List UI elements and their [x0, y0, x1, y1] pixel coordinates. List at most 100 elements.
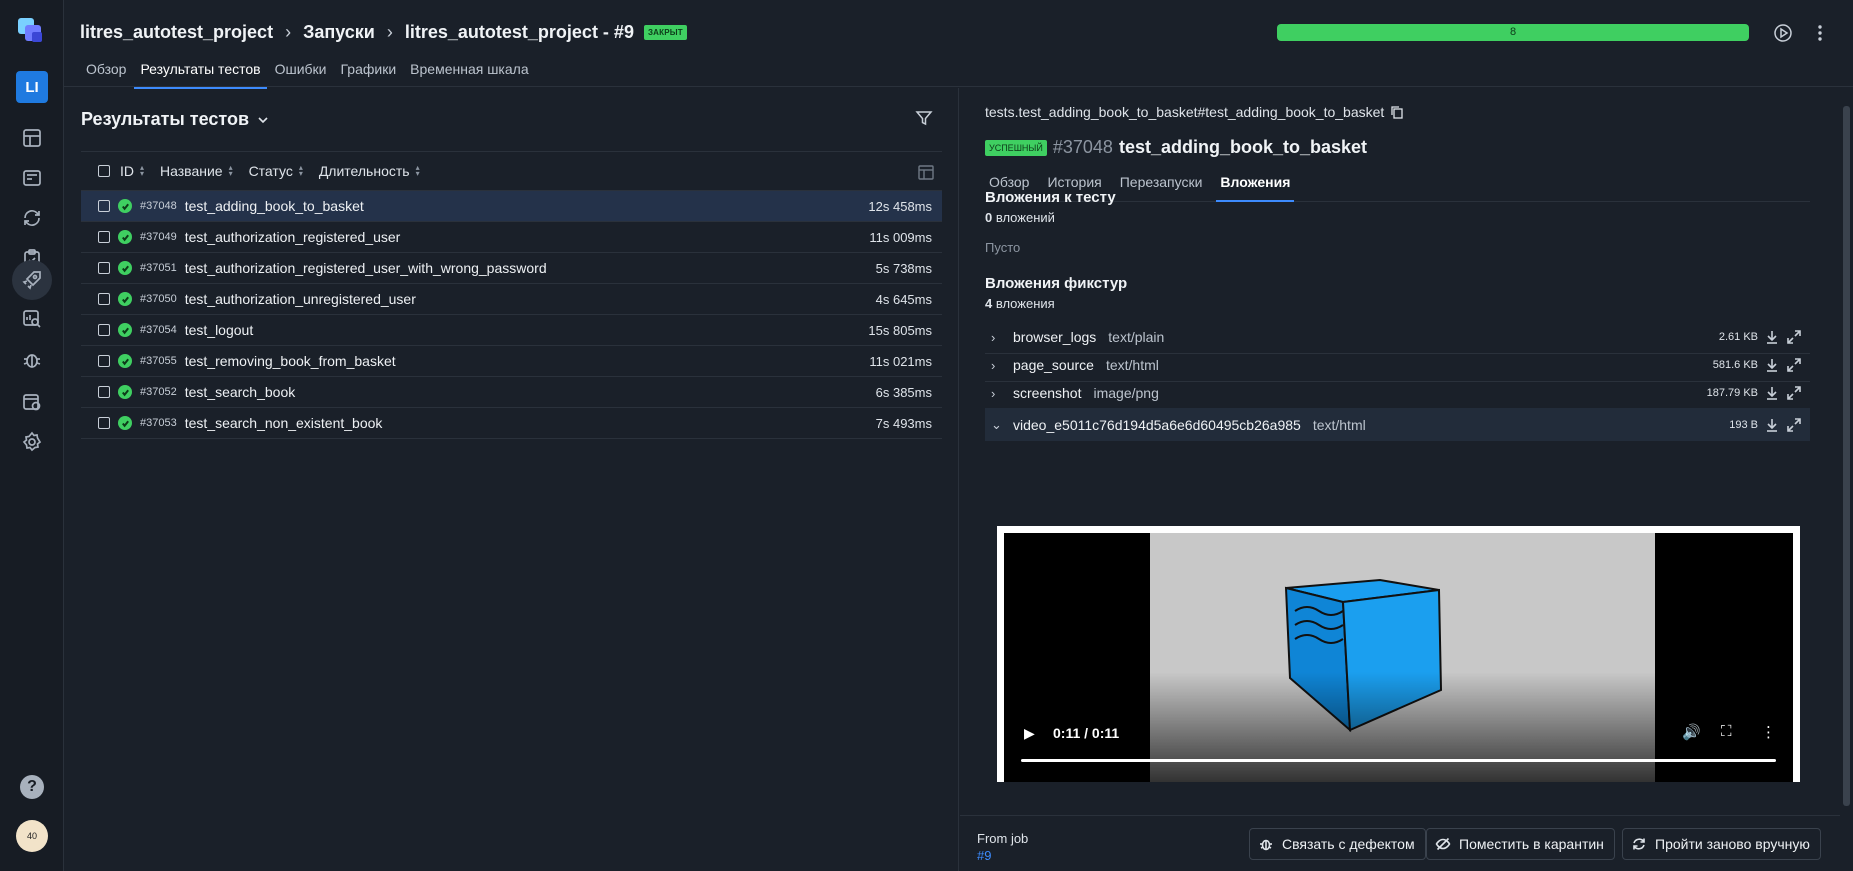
table-row[interactable]: #37055 test_removing_book_from_basket 11…	[81, 346, 942, 377]
tab-errors[interactable]: Ошибки	[269, 58, 333, 89]
row-checkbox[interactable]	[98, 293, 110, 305]
row-checkbox[interactable]	[98, 200, 110, 212]
job-link[interactable]: #9	[977, 847, 1028, 864]
help-icon[interactable]: ?	[20, 775, 44, 799]
results-title[interactable]: Результаты тестов	[81, 109, 269, 130]
row-duration: 11s 021ms	[869, 353, 932, 369]
table-row[interactable]: #37054 test_logout 15s 805ms	[81, 315, 942, 346]
row-checkbox[interactable]	[98, 417, 110, 429]
row-checkbox[interactable]	[98, 386, 110, 398]
play-icon[interactable]: ▶	[1024, 725, 1035, 742]
tab-charts[interactable]: Графики	[335, 58, 403, 89]
tab-timeline[interactable]: Временная шкала	[404, 58, 534, 89]
passed-status-icon	[118, 292, 132, 306]
analytics-icon[interactable]	[12, 299, 52, 339]
copy-icon[interactable]	[1390, 105, 1404, 119]
sort-icon: ▴ ▾	[298, 163, 303, 178]
filter-icon[interactable]	[914, 108, 938, 132]
chevron-right-icon[interactable]: ›	[991, 386, 1011, 401]
passed-status-icon	[118, 354, 132, 368]
tab-test-results[interactable]: Результаты тестов	[134, 58, 267, 89]
attachment-row-expanded[interactable]: ⌄ video_e5011c76d194d5a6e6d60495cb26a985…	[985, 408, 1810, 441]
volume-icon[interactable]: 🔊	[1682, 723, 1701, 741]
attachment-row[interactable]: › screenshot image/png 187.79 KB	[985, 377, 1810, 410]
row-name: test_logout	[184, 322, 254, 338]
attachment-name: browser_logs	[1013, 329, 1097, 345]
sync-icon[interactable]	[12, 198, 52, 238]
download-icon[interactable]	[1764, 357, 1780, 373]
user-avatar[interactable]: 40	[16, 820, 48, 852]
launches-rocket-icon[interactable]	[12, 260, 52, 300]
test-results-pane: Результаты тестов ID ▴ ▾ Название ▴ ▾ Статус…	[64, 88, 959, 871]
passed-status-icon	[118, 323, 132, 337]
row-checkbox[interactable]	[98, 324, 110, 336]
column-id[interactable]: ID ▴ ▾	[120, 163, 148, 179]
row-checkbox[interactable]	[98, 355, 110, 367]
chevron-right-icon[interactable]: ›	[991, 330, 1011, 345]
video-progress-bar[interactable]	[1021, 759, 1776, 762]
table-row[interactable]: #37049 test_authorization_registered_use…	[81, 222, 942, 253]
details-scrollbar[interactable]	[1840, 88, 1853, 871]
defects-bug-icon[interactable]	[12, 340, 52, 380]
row-checkbox[interactable]	[98, 262, 110, 274]
download-icon[interactable]	[1764, 417, 1780, 433]
tab-attachments[interactable]: Вложения	[1216, 170, 1295, 202]
download-icon[interactable]	[1764, 385, 1780, 401]
row-id: #37051	[140, 262, 177, 274]
test-path-text: tests.test_adding_book_to_basket#test_ad…	[985, 104, 1385, 120]
app-logo-icon[interactable]	[16, 16, 48, 48]
row-name: test_removing_book_from_basket	[184, 353, 396, 369]
rerun-label: Пройти заново вручную	[1655, 836, 1810, 852]
link-defect-button[interactable]: Связать с дефектом	[1249, 828, 1426, 860]
dashboard-icon[interactable]	[12, 118, 52, 158]
table-row[interactable]: #37050 test_authorization_unregistered_u…	[81, 284, 942, 315]
from-job: From job #9	[977, 830, 1028, 864]
more-menu-icon[interactable]	[1808, 21, 1832, 45]
expand-icon[interactable]	[1786, 417, 1802, 433]
table-row[interactable]: #37052 test_search_book 6s 385ms	[81, 377, 942, 408]
expand-icon[interactable]	[1786, 357, 1802, 373]
tab-retries[interactable]: Перезапуски	[1116, 170, 1207, 202]
column-settings-icon[interactable]	[916, 162, 936, 182]
chevron-right-icon[interactable]: ›	[991, 358, 1011, 373]
fullscreen-icon[interactable]: ⛶	[1721, 723, 1732, 740]
breadcrumb-project[interactable]: litres_autotest_project	[80, 22, 273, 43]
project-avatar[interactable]: LI	[16, 71, 48, 103]
run-icon[interactable]	[1771, 21, 1795, 45]
download-icon[interactable]	[1764, 329, 1780, 345]
test-details-pane: tests.test_adding_book_to_basket#test_ad…	[960, 88, 1853, 871]
row-id: #37053	[140, 417, 177, 429]
table-row[interactable]: #37048 test_adding_book_to_basket 12s 45…	[81, 191, 942, 222]
row-duration: 12s 458ms	[868, 198, 932, 214]
attachment-name: video_e5011c76d194d5a6e6d60495cb26a985	[1013, 416, 1301, 433]
row-duration: 15s 805ms	[868, 322, 932, 338]
column-id-label: ID	[120, 163, 134, 179]
jobs-icon[interactable]	[12, 382, 52, 422]
attachment-size: 2.61 KB	[1718, 331, 1758, 343]
column-duration[interactable]: Длительность ▴ ▾	[319, 163, 424, 179]
status-badge-passed: УСПЕШНЫЙ	[985, 139, 1047, 156]
video-player[interactable]: ▶ 0:11 / 0:11 🔊 ⛶ ⋮	[1004, 533, 1793, 782]
video-more-icon[interactable]: ⋮	[1761, 723, 1776, 741]
chevron-down-icon[interactable]: ⌄	[991, 417, 1011, 433]
row-checkbox[interactable]	[98, 231, 110, 243]
table-row[interactable]: #37051 test_authorization_registered_use…	[81, 253, 942, 284]
row-id: #37048	[140, 200, 177, 212]
row-id: #37052	[140, 386, 177, 398]
row-name: test_adding_book_to_basket	[184, 198, 364, 214]
column-status[interactable]: Статус ▴ ▾	[249, 163, 307, 179]
count-label: вложений	[992, 210, 1055, 225]
column-name[interactable]: Название ▴ ▾	[160, 163, 237, 179]
rerun-manually-button[interactable]: Пройти заново вручную	[1622, 828, 1821, 860]
tab-overview[interactable]: Обзор	[80, 58, 132, 89]
breadcrumb-launches[interactable]: Запуски	[303, 22, 375, 43]
select-all-checkbox[interactable]	[98, 165, 110, 177]
test-cases-icon[interactable]	[12, 158, 52, 198]
scrollbar-thumb[interactable]	[1843, 106, 1850, 806]
expand-icon[interactable]	[1786, 329, 1802, 345]
attachment-type: text/html	[1312, 416, 1366, 433]
quarantine-button[interactable]: Поместить в карантин	[1426, 828, 1615, 860]
expand-icon[interactable]	[1786, 385, 1802, 401]
settings-icon[interactable]	[12, 422, 52, 462]
table-row[interactable]: #37053 test_search_non_existent_book 7s …	[81, 408, 942, 439]
